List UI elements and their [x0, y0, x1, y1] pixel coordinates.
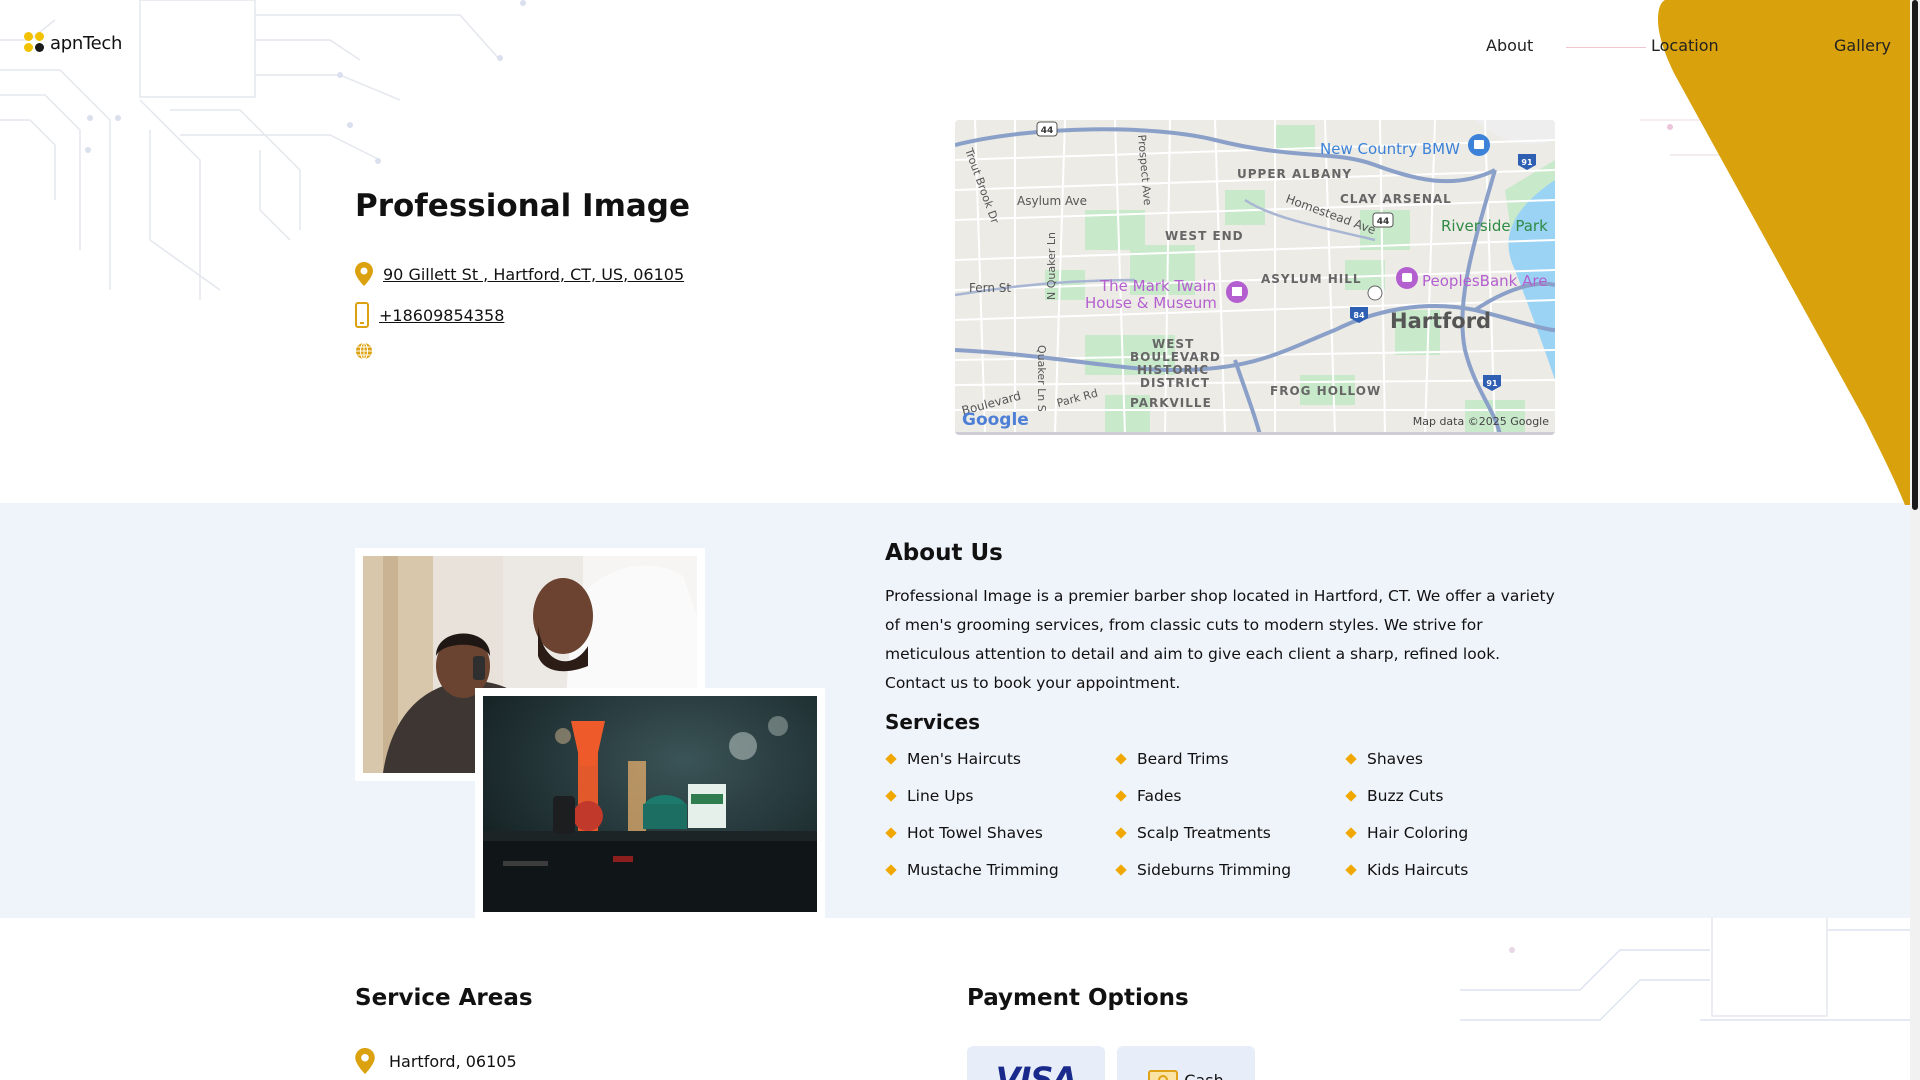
services-list: Men's Haircuts Beard Trims Shaves Line U… — [885, 748, 1575, 881]
globe-icon[interactable] — [355, 342, 373, 360]
service-item: Kids Haircuts — [1345, 859, 1575, 881]
map-label-asylum-ave: Asylum Ave — [1017, 194, 1087, 208]
map-label-interstate-91-south: 91 — [1486, 379, 1498, 388]
nav-divider — [1566, 47, 1646, 48]
map-label-frog-hollow: FROG HOLLOW — [1270, 384, 1381, 398]
map-label-quaker-s: Quaker Ln S — [1035, 345, 1048, 412]
diamond-bullet-icon — [1115, 864, 1127, 876]
map-label-twain-2: House & Museum — [1085, 294, 1217, 312]
map-label-route-44: 44 — [1041, 126, 1054, 136]
visa-logo: VISA — [995, 1060, 1077, 1080]
phone-icon — [355, 302, 369, 328]
diamond-bullet-icon — [885, 753, 897, 765]
service-item: Shaves — [1345, 748, 1575, 770]
diamond-bullet-icon — [885, 790, 897, 802]
phone-link[interactable]: +18609854358 — [379, 306, 504, 325]
service-item: Mustache Trimming — [885, 859, 1115, 881]
diamond-bullet-icon — [1345, 827, 1357, 839]
service-item: Sideburns Trimming — [1115, 859, 1345, 881]
scrollbar-thumb[interactable] — [1912, 0, 1918, 510]
address-row: 90 Gillett St , Hartford, CT, US, 06105 — [355, 262, 684, 286]
cash-icon — [1148, 1070, 1179, 1080]
diamond-bullet-icon — [1345, 864, 1357, 876]
logo-text: apnTech — [50, 32, 123, 54]
map-label-fern-st: Fern St — [969, 281, 1011, 295]
map-label-historic: HISTORIC — [1137, 363, 1209, 377]
diamond-bullet-icon — [885, 864, 897, 876]
service-area-item: Hartford, 06105 — [355, 1048, 517, 1074]
map-label-quaker-n: N Quaker Ln — [1045, 232, 1058, 300]
map-pin-icon — [355, 1048, 375, 1074]
website-row — [355, 342, 373, 360]
diamond-bullet-icon — [1115, 753, 1127, 765]
map-label-district: DISTRICT — [1140, 376, 1210, 390]
payment-card-visa: VISA — [967, 1046, 1105, 1080]
about-description: Professional Image is a premier barber s… — [885, 587, 1555, 692]
service-item: Buzz Cuts — [1345, 785, 1575, 807]
diamond-bullet-icon — [885, 827, 897, 839]
diamond-bullet-icon — [1115, 790, 1127, 802]
map-label-asylum-hill: ASYLUM HILL — [1261, 272, 1362, 286]
services-title: Services — [885, 710, 981, 734]
address-link[interactable]: 90 Gillett St , Hartford, CT, US, 06105 — [383, 265, 684, 284]
page: apnTech About Location Gallery Professio… — [0, 0, 1920, 1080]
map-label-route-44-east: 44 — [1377, 217, 1390, 227]
barber-photo-products — [475, 688, 825, 920]
service-areas-title: Service Areas — [355, 985, 533, 1011]
page-scrollbar[interactable] — [1910, 0, 1920, 1080]
map-attribution: Map data ©2025 Google — [1413, 415, 1549, 428]
payment-options-title: Payment Options — [967, 985, 1189, 1011]
diamond-bullet-icon — [1345, 753, 1357, 765]
service-item: Line Ups — [885, 785, 1115, 807]
service-item: Hot Towel Shaves — [885, 822, 1115, 844]
map-label-west: WEST — [1152, 337, 1194, 351]
service-area-label: Hartford, 06105 — [389, 1051, 517, 1071]
map-label-hartford: Hartford — [1390, 309, 1491, 333]
nav-about[interactable]: About — [1486, 36, 1533, 55]
logo-mark-icon — [24, 32, 46, 54]
service-item: Fades — [1115, 785, 1345, 807]
map-label-bmw: New Country BMW — [1320, 140, 1460, 158]
service-item: Hair Coloring — [1345, 822, 1575, 844]
map-label-clay-arsenal: CLAY ARSENAL — [1340, 192, 1452, 206]
service-item: Men's Haircuts — [885, 748, 1115, 770]
map-pin-icon — [355, 262, 373, 286]
map-label-upper-albany: UPPER ALBANY — [1237, 167, 1352, 181]
business-name: Professional Image — [355, 188, 691, 224]
about-title: About Us — [885, 540, 1003, 566]
map-label-riverside-park: Riverside Park — [1441, 217, 1548, 235]
map-label-boulevard-district: BOULEVARD — [1130, 350, 1221, 364]
google-logo: Google — [962, 410, 1029, 430]
map-label-west-end: WEST END — [1165, 229, 1244, 243]
cash-label: Cash — [1184, 1070, 1224, 1080]
phone-row: +18609854358 — [355, 302, 504, 328]
header: apnTech About Location Gallery — [0, 0, 1910, 92]
location-map[interactable]: 44 44 84 91 91 Trout Brook Dr Prospect A… — [955, 120, 1555, 435]
service-item: Beard Trims — [1115, 748, 1345, 770]
map-label-twain-1: The Mark Twain — [1099, 277, 1216, 295]
map-label-peoplesbank: PeoplesBank Are — [1422, 272, 1547, 290]
nav-gallery[interactable]: Gallery — [1834, 36, 1891, 55]
diamond-bullet-icon — [1345, 790, 1357, 802]
nav-location[interactable]: Location — [1651, 36, 1719, 55]
payment-card-cash: Cash — [1117, 1046, 1255, 1080]
map-label-interstate-91: 91 — [1521, 158, 1533, 167]
map-label-parkville: PARKVILLE — [1130, 396, 1212, 410]
map-label-interstate-84: 84 — [1353, 311, 1365, 320]
diamond-bullet-icon — [1115, 827, 1127, 839]
service-item: Scalp Treatments — [1115, 822, 1345, 844]
logo[interactable]: apnTech — [24, 32, 122, 54]
